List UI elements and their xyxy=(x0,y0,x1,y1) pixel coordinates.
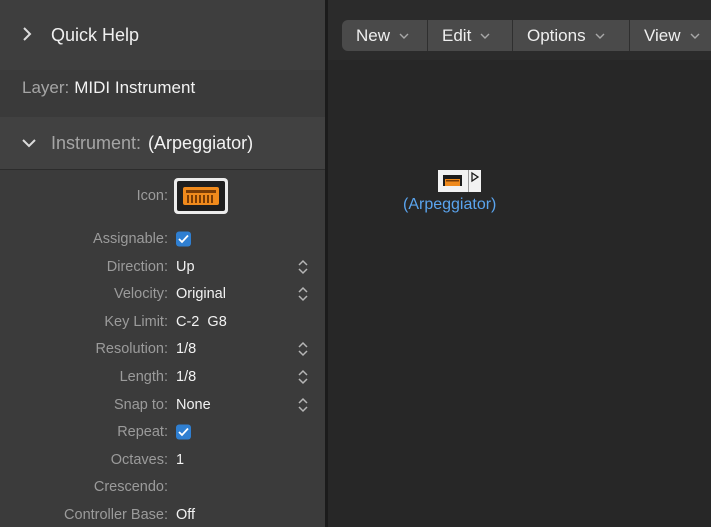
checkmark-icon xyxy=(178,234,189,243)
chevron-right-icon[interactable] xyxy=(22,26,36,44)
param-row-octaves: Octaves: 1 xyxy=(0,446,325,473)
chevron-down-icon xyxy=(399,30,409,42)
instrument-value: (Arpeggiator) xyxy=(148,132,254,153)
menu-options[interactable]: Options xyxy=(513,20,630,51)
output-port-icon[interactable] xyxy=(468,170,481,192)
arpeggiator-object[interactable] xyxy=(438,170,482,192)
param-row-length: Length: 1/8 xyxy=(0,363,325,390)
quick-help-label: Quick Help xyxy=(51,24,140,45)
environment-area[interactable]: New Edit Options View (Arpeggiator) xyxy=(328,0,711,527)
repeat-checkbox[interactable] xyxy=(176,424,191,439)
menu-options-label: Options xyxy=(527,25,586,45)
param-row-resolution: Resolution: 1/8 xyxy=(0,335,325,362)
param-row-direction: Direction: Up xyxy=(0,253,325,280)
quick-help-header[interactable]: Quick Help xyxy=(0,0,325,70)
layer-label: Layer: xyxy=(22,78,70,97)
direction-label: Direction: xyxy=(106,258,168,275)
resolution-label: Resolution: xyxy=(95,340,168,357)
layer-value: MIDI Instrument xyxy=(74,78,196,97)
param-row-velocity: Velocity: Original xyxy=(0,280,325,307)
resolution-stepper-icon[interactable] xyxy=(297,341,309,357)
key-limit-label: Key Limit: xyxy=(104,313,168,330)
param-row-repeat: Repeat: xyxy=(0,418,325,445)
assignable-label: Assignable: xyxy=(93,230,168,247)
environment-menubar: New Edit Options View xyxy=(328,0,711,60)
octaves-value[interactable]: 1 xyxy=(176,452,184,468)
instrument-label: Instrument: xyxy=(51,132,142,153)
chevron-down-icon xyxy=(480,30,490,42)
menu-view[interactable]: View xyxy=(630,20,711,51)
menu-new-label: New xyxy=(356,25,391,45)
object-body[interactable] xyxy=(438,170,468,192)
instrument-icon-well[interactable] xyxy=(174,178,228,214)
param-row-icon: Icon: xyxy=(0,170,325,222)
param-row-controller-base: Controller Base: Off xyxy=(0,501,325,527)
octaves-label: Octaves: xyxy=(110,451,168,468)
instrument-header[interactable]: Instrument: (Arpeggiator) xyxy=(0,117,325,169)
chevron-down-icon xyxy=(690,30,700,42)
velocity-label: Velocity: xyxy=(114,285,168,302)
controller-base-value[interactable]: Off xyxy=(176,507,195,523)
icon-label: Icon: xyxy=(136,188,168,204)
param-row-crescendo: Crescendo: xyxy=(0,473,325,500)
chevron-down-icon xyxy=(595,30,605,42)
menu-new[interactable]: New xyxy=(342,20,428,51)
snap-to-stepper-icon[interactable] xyxy=(297,397,309,413)
controller-base-label: Controller Base: xyxy=(64,506,168,523)
keyboard-icon xyxy=(177,181,225,211)
resolution-value[interactable]: 1/8 xyxy=(176,341,196,357)
direction-value[interactable]: Up xyxy=(176,259,195,275)
length-label: Length: xyxy=(119,368,168,385)
snap-to-value[interactable]: None xyxy=(176,397,211,413)
param-row-key-limit: Key Limit: C-2 G8 xyxy=(0,308,325,335)
length-stepper-icon[interactable] xyxy=(297,369,309,385)
repeat-label: Repeat: xyxy=(117,423,168,440)
menu-edit[interactable]: Edit xyxy=(428,20,513,51)
direction-stepper-icon[interactable] xyxy=(297,259,309,275)
inspector-panel: Quick Help Layer: MIDI Instrument Instru… xyxy=(0,0,325,527)
key-limit-value[interactable]: C-2 G8 xyxy=(176,314,227,330)
menu-view-label: View xyxy=(644,25,681,45)
param-row-assignable: Assignable: xyxy=(0,225,325,252)
length-value[interactable]: 1/8 xyxy=(176,369,196,385)
chevron-down-icon[interactable] xyxy=(22,135,36,151)
assignable-checkbox[interactable] xyxy=(176,231,191,246)
crescendo-label: Crescendo: xyxy=(93,478,168,495)
keyboard-icon xyxy=(443,175,462,186)
layer-row[interactable]: Layer: MIDI Instrument xyxy=(0,70,325,117)
param-row-snap-to: Snap to: None xyxy=(0,391,325,418)
menu-edit-label: Edit xyxy=(442,25,472,45)
snap-to-label: Snap to: xyxy=(113,396,168,413)
velocity-stepper-icon[interactable] xyxy=(297,286,309,302)
velocity-value[interactable]: Original xyxy=(176,286,226,302)
checkmark-icon xyxy=(178,427,189,436)
object-name-label[interactable]: (Arpeggiator) xyxy=(403,196,496,214)
